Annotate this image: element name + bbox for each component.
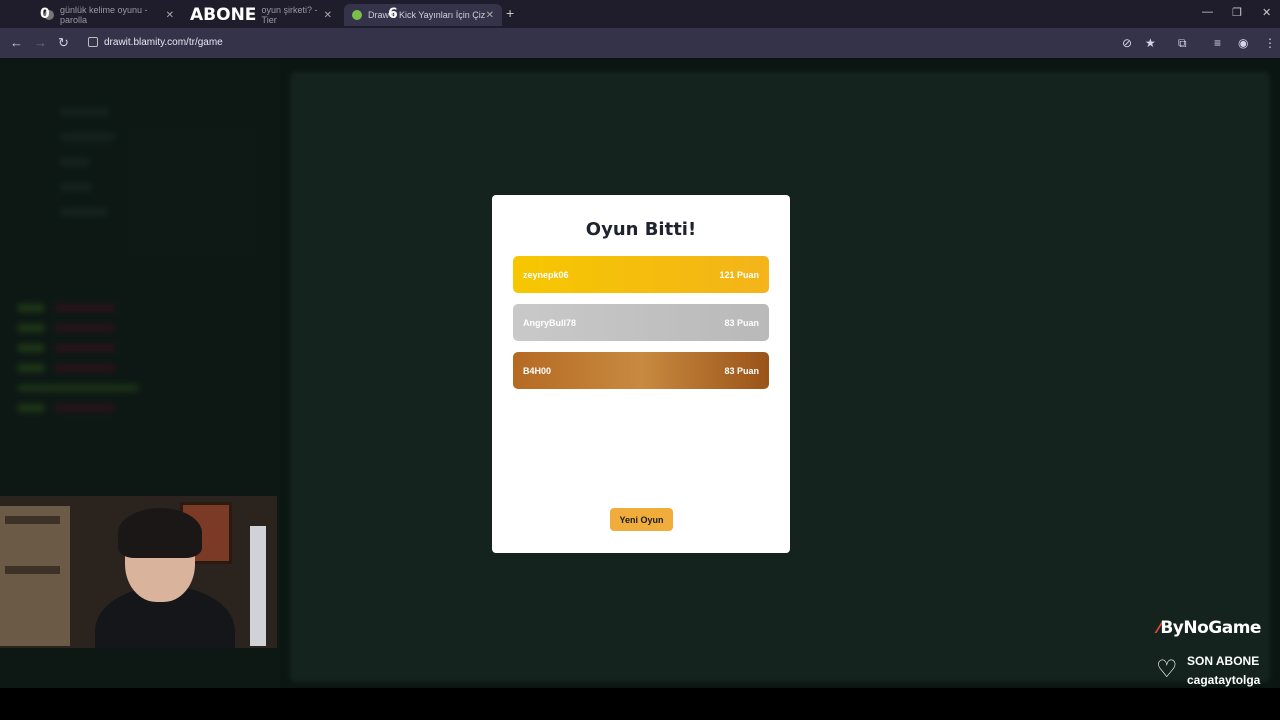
media-icon[interactable]: ≡	[1214, 36, 1221, 50]
brand-text: ByNoGame	[1160, 618, 1261, 638]
game-over-modal: Oyun Bitti! zeynepk06 121 Puan AngryBull…	[492, 195, 790, 553]
tab-parolla[interactable]: günlük kelime oyunu - parolla ✕	[36, 4, 182, 26]
new-tab-icon[interactable]: +	[506, 5, 514, 21]
player-name: AngryBull78	[523, 317, 577, 328]
ranking-second: AngryBull78 83 Puan	[513, 304, 769, 341]
last-sub-title: SON ABONE	[1187, 654, 1260, 668]
extensions-icon[interactable]: ⧉	[1178, 36, 1187, 51]
bookshelf	[0, 506, 70, 646]
last-sub-name: cagataytolga	[1187, 673, 1261, 687]
ranking-third: B4H00 83 Puan	[513, 352, 769, 389]
overlay-count: 0	[40, 6, 50, 22]
player-score: 121 Puan	[719, 269, 759, 280]
ranking-first: zeynepk06 121 Puan	[513, 256, 769, 293]
address-bar[interactable]	[80, 31, 1140, 55]
player-name: zeynepk06	[523, 269, 569, 280]
menu-icon[interactable]: ⋮	[1264, 36, 1276, 50]
tab-label: oyun şirketi? - Tier	[261, 5, 318, 25]
forward-icon[interactable]: →	[34, 35, 47, 50]
player-score: 83 Puan	[724, 365, 759, 376]
microphone-arm	[250, 526, 266, 646]
close-tab-icon[interactable]: ✕	[166, 10, 174, 21]
pencil-icon	[352, 10, 362, 20]
eye-off-icon[interactable]: ⊘	[1122, 36, 1132, 50]
reload-icon[interactable]: ↻	[58, 35, 69, 51]
player-name: B4H00	[523, 365, 552, 376]
close-window-icon[interactable]: ✕	[1262, 6, 1271, 19]
profile-icon[interactable]: ◉	[1238, 36, 1248, 50]
heart-icon: ♡	[1156, 656, 1178, 683]
close-tab-icon[interactable]: ✕	[486, 10, 494, 21]
streamer-hair	[118, 508, 202, 558]
tab-drawit[interactable]: Draw 6 Kick Yayınları İçin Çiz ✕	[344, 4, 502, 26]
close-tab-icon[interactable]: ✕	[324, 10, 332, 21]
shelf-board	[5, 566, 60, 574]
site-info-icon[interactable]	[88, 37, 98, 47]
back-icon[interactable]: ←	[10, 35, 23, 50]
bynogame-logo: ⁄ByNoGame	[1158, 618, 1261, 638]
tab-label: Draw 6 Kick Yayınları İçin Çiz	[368, 10, 486, 20]
modal-title: Oyun Bitti!	[585, 219, 697, 240]
shelf-board	[5, 516, 60, 524]
overlay-count: 6	[388, 6, 398, 22]
tab-label: günlük kelime oyunu - parolla	[60, 5, 148, 25]
player-score: 83 Puan	[724, 317, 759, 328]
browser-toolbar: ← → ↻ drawit.blamity.com/tr/game ⊘ ★ ⧉ ≡…	[0, 28, 1280, 58]
browser-tab-bar: günlük kelime oyunu - parolla ✕ oyun şir…	[0, 0, 1280, 28]
webcam-feed	[0, 496, 277, 648]
new-game-button[interactable]: Yeni Oyun	[610, 508, 673, 531]
url-text[interactable]: drawit.blamity.com/tr/game	[104, 37, 223, 48]
letterbox-bar	[0, 688, 1280, 720]
minimize-icon[interactable]: —	[1202, 6, 1213, 18]
overlay-abone-label: ABONE	[190, 5, 257, 25]
bookmark-star-icon[interactable]: ★	[1145, 36, 1156, 50]
restore-icon[interactable]: ❐	[1232, 6, 1242, 19]
